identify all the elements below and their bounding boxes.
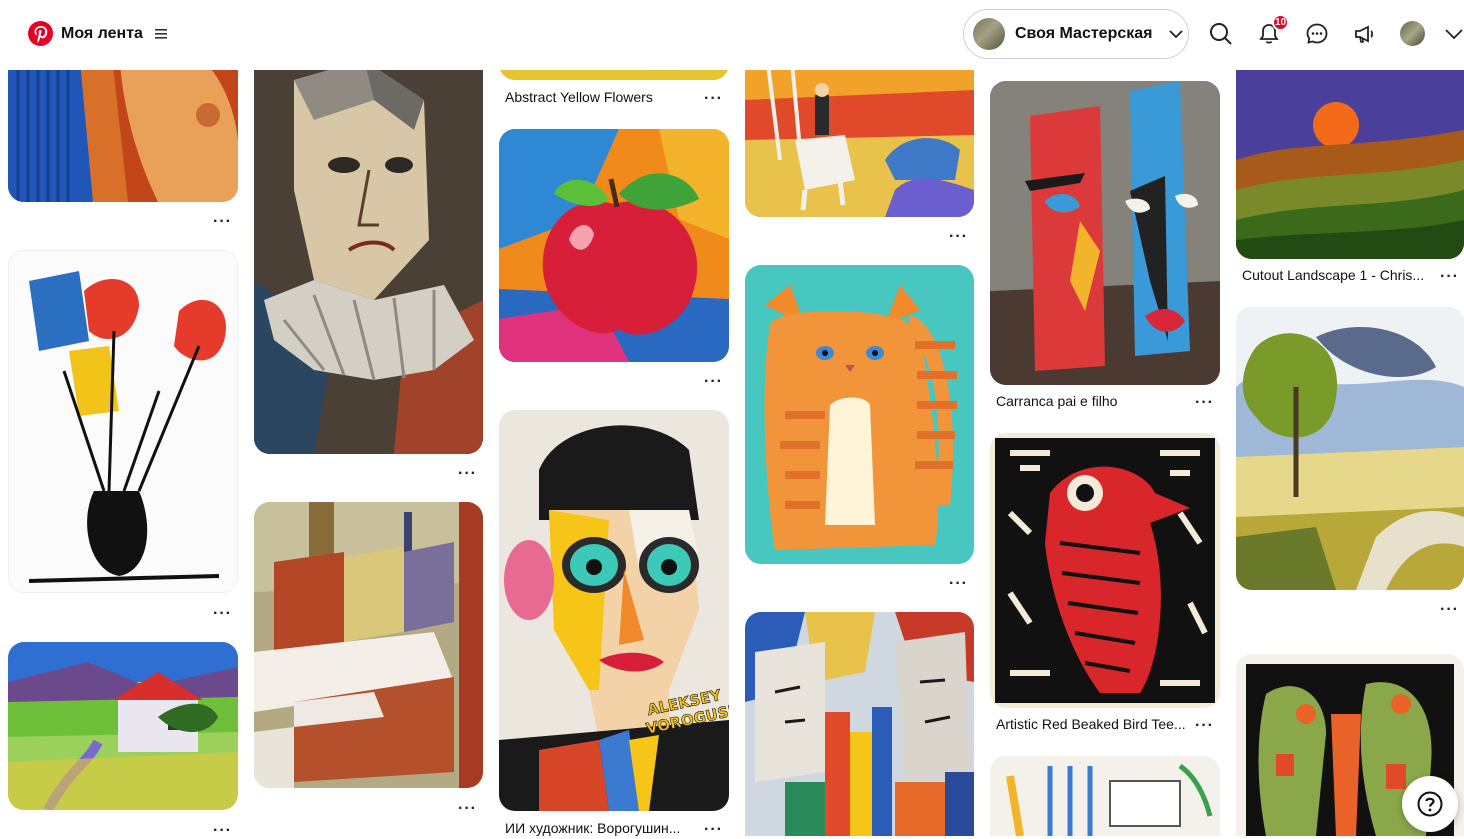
pin-more-options-icon[interactable]: ··· <box>949 576 968 592</box>
pin-more-options-icon[interactable]: ··· <box>1440 269 1459 285</box>
pin-title[interactable]: Artistic Red Beaked Bird Tee... <box>996 716 1188 732</box>
notifications-count-badge: 10 <box>1272 14 1289 31</box>
pin-more-options-icon[interactable]: ··· <box>458 801 477 817</box>
pin-image-red-apple[interactable] <box>499 129 729 362</box>
pin-image-cutout-landscape[interactable] <box>1236 40 1464 259</box>
messages-icon[interactable] <box>1303 20 1331 48</box>
user-avatar[interactable] <box>1400 21 1425 46</box>
notifications-bell-icon[interactable]: 10 <box>1255 14 1289 48</box>
account-chevron-down-icon[interactable] <box>1444 20 1464 48</box>
question-mark-icon <box>1417 791 1443 817</box>
workspace-label: Своя Мастерская <box>1015 25 1153 42</box>
pin-more-options-icon[interactable]: ··· <box>213 823 232 839</box>
pin-more-options-icon[interactable]: ··· <box>704 91 723 107</box>
home-feed-switcher[interactable]: Моя лента <box>28 21 167 46</box>
pin-image-winter-town[interactable] <box>254 502 483 788</box>
pin-title[interactable]: ИИ художник: Ворогушин... <box>505 820 695 836</box>
pin-more-options-icon[interactable]: ··· <box>949 229 968 245</box>
pin-image-country-path[interactable] <box>1236 307 1464 590</box>
pin-more-options-icon[interactable]: ··· <box>458 466 477 482</box>
pin-image-cubist-city-faces[interactable] <box>745 612 974 836</box>
pin-more-options-icon[interactable]: ··· <box>704 374 723 390</box>
pinterest-logo-icon[interactable] <box>28 21 53 46</box>
pin-image-cubist-man-glasses[interactable]: ALEKSEY VOROGUSHIN <box>499 410 729 811</box>
pin-more-options-icon[interactable]: ··· <box>213 606 232 622</box>
pin-more-options-icon[interactable]: ··· <box>1195 718 1214 734</box>
top-header: Моя лента Своя Мастерская 10 <box>0 0 1464 70</box>
workspace-avatar <box>973 18 1005 50</box>
pin-title[interactable]: Abstract Yellow Flowers <box>505 89 685 105</box>
pin-more-options-icon[interactable]: ··· <box>213 214 232 230</box>
pin-image-farmhouse-landscape[interactable] <box>8 642 238 810</box>
pin-image-tulips-vase[interactable] <box>8 250 238 593</box>
pin-more-options-icon[interactable]: ··· <box>704 822 723 838</box>
menu-icon[interactable] <box>154 26 167 42</box>
chevron-down-icon <box>1168 25 1183 43</box>
pin-image-window-sketch[interactable] <box>990 756 1220 836</box>
pin-image-red-bird-woodcut[interactable] <box>990 433 1220 708</box>
pin-image-carranca-masks[interactable] <box>990 81 1220 385</box>
feed-title: Моя лента <box>61 24 143 42</box>
pin-image-cubist-pierrot[interactable] <box>254 40 483 454</box>
search-icon[interactable] <box>1207 20 1235 48</box>
pin-title[interactable]: Carranca pai e filho <box>996 393 1176 409</box>
pin-more-options-icon[interactable]: ··· <box>1195 395 1214 411</box>
pin-title[interactable]: Cutout Landscape 1 - Chris... <box>1242 267 1428 283</box>
help-button[interactable] <box>1402 776 1458 832</box>
pin-image-orange-cat[interactable] <box>745 265 974 564</box>
megaphone-icon[interactable] <box>1351 20 1379 48</box>
workspace-switcher[interactable]: Своя Мастерская <box>963 9 1189 59</box>
pin-more-options-icon[interactable]: ··· <box>1440 602 1459 618</box>
